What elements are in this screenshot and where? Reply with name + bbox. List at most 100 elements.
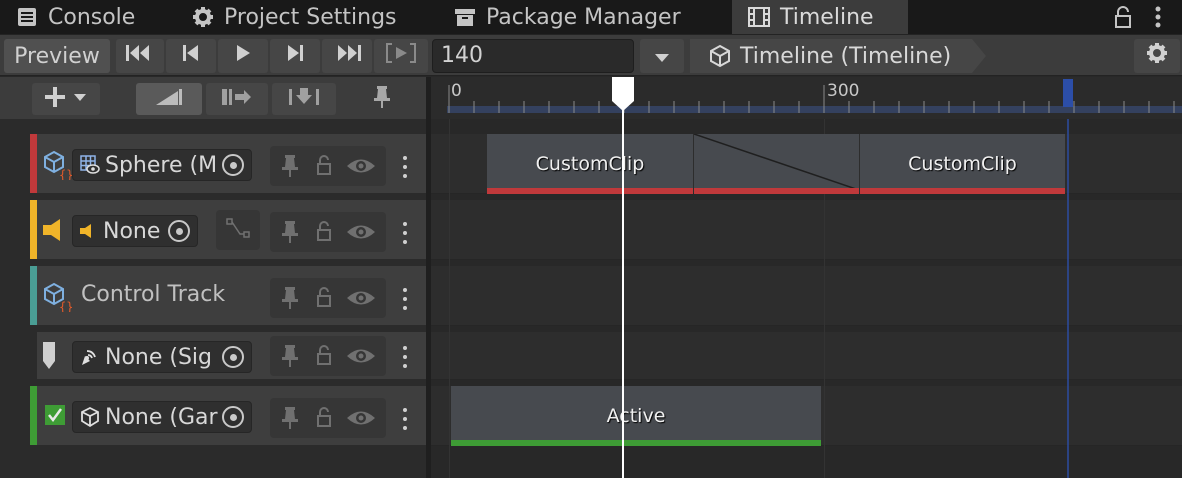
clip-label: Active <box>606 405 666 427</box>
pin-icon[interactable] <box>282 220 298 248</box>
binding-label: None (Gar <box>105 404 218 430</box>
tab-label: Package Manager <box>486 4 681 30</box>
track-menu-icon[interactable] <box>403 222 407 244</box>
track-header-activation[interactable]: None (Gar <box>30 386 426 446</box>
track-color-stripe <box>30 332 37 379</box>
object-picker-icon[interactable] <box>222 406 244 428</box>
clip-color-bar <box>451 440 821 446</box>
play-range-button[interactable] <box>374 39 428 73</box>
blend-region[interactable] <box>694 134 859 194</box>
track-color-stripe <box>30 266 37 325</box>
chevron-down-icon <box>654 44 670 69</box>
previous-frame-button[interactable] <box>166 39 216 73</box>
timeline-toolbar: Preview 140 Timeline (Timeline) <box>0 34 1182 76</box>
clip-area[interactable]: CustomClip CustomClip Active <box>431 119 1182 478</box>
tab-timeline[interactable]: Timeline <box>732 0 908 34</box>
track-lane-control[interactable] <box>431 266 1182 326</box>
lock-icon[interactable] <box>316 154 332 180</box>
editor-tab-bar: Console Project Settings Package Manager… <box>0 0 1182 34</box>
pin-icon[interactable] <box>282 286 298 314</box>
blend-curve <box>694 134 859 191</box>
tab-project-settings[interactable]: Project Settings <box>176 0 438 34</box>
eye-icon[interactable] <box>346 156 376 180</box>
gear-icon <box>1146 42 1168 70</box>
track-menu-icon[interactable] <box>403 288 407 310</box>
current-frame-field[interactable]: 140 <box>432 39 634 73</box>
tab-console[interactable]: Console <box>0 0 176 34</box>
preview-label: Preview <box>14 43 100 69</box>
pin-icon[interactable] <box>282 344 298 372</box>
tab-package-manager[interactable]: Package Manager <box>438 0 730 34</box>
curves-toggle-button[interactable] <box>216 210 260 250</box>
time-ruler[interactable]: 0 300 <box>431 77 1182 119</box>
track-menu-icon[interactable] <box>403 408 407 430</box>
preview-button[interactable]: Preview <box>4 39 110 73</box>
replace-icon <box>287 86 321 112</box>
track-name: Control Track <box>81 282 226 307</box>
play-icon <box>233 43 253 69</box>
ease-mode-button[interactable] <box>136 83 202 115</box>
eye-icon[interactable] <box>346 288 376 312</box>
custom-clip[interactable]: CustomClip <box>860 134 1065 194</box>
replace-mode-button[interactable] <box>272 83 336 115</box>
film-icon <box>748 6 770 28</box>
track-header-custom[interactable]: {} Sphere (M <box>30 134 426 194</box>
lock-icon[interactable] <box>1113 5 1133 33</box>
track-lane-audio[interactable] <box>431 200 1182 260</box>
breadcrumb-label: Timeline (Timeline) <box>740 43 952 69</box>
marker-track-icon <box>41 341 57 375</box>
track-header-control[interactable]: {} Control Track <box>30 266 426 326</box>
pin-icon[interactable] <box>282 154 298 182</box>
curve-icon <box>226 218 250 246</box>
lock-icon[interactable] <box>316 220 332 246</box>
tab-menu-icon[interactable] <box>1155 6 1161 32</box>
playhead-handle[interactable] <box>612 77 634 111</box>
track-state-buttons <box>270 278 386 318</box>
play-range-icon <box>384 42 418 70</box>
play-button[interactable] <box>218 39 268 73</box>
track-header-signal[interactable]: None (Sig <box>30 332 426 380</box>
track-color-stripe <box>30 386 37 445</box>
object-picker-icon[interactable] <box>168 220 190 242</box>
track-header-audio[interactable]: None <box>30 200 426 260</box>
eye-icon[interactable] <box>346 346 376 370</box>
tab-label: Console <box>48 4 136 30</box>
binding-label: None <box>103 218 161 244</box>
lock-icon[interactable] <box>316 286 332 312</box>
next-frame-button[interactable] <box>270 39 320 73</box>
step-forward-icon <box>285 43 305 69</box>
track-state-buttons <box>270 336 386 376</box>
binding-label: Sphere (M <box>105 152 218 178</box>
gameobject-icon <box>79 406 101 428</box>
end-marker[interactable] <box>1063 79 1073 107</box>
step-back-icon <box>181 43 201 69</box>
breadcrumb[interactable]: Timeline (Timeline) <box>690 39 986 73</box>
custom-track-icon: {} <box>42 150 73 184</box>
object-picker-icon[interactable] <box>222 346 244 368</box>
go-to-end-button[interactable] <box>322 39 372 73</box>
pin-toggle-button[interactable] <box>354 83 410 115</box>
console-icon <box>16 6 38 28</box>
timeline-selector-dropdown[interactable] <box>640 39 684 73</box>
pin-icon[interactable] <box>282 406 298 434</box>
track-menu-icon[interactable] <box>403 346 407 368</box>
lock-icon[interactable] <box>316 344 332 370</box>
settings-button[interactable] <box>1134 39 1180 73</box>
track-lane-signal[interactable] <box>431 332 1182 380</box>
track-menu-icon[interactable] <box>403 156 407 178</box>
track-state-buttons <box>270 212 386 252</box>
ripple-mode-button[interactable] <box>206 83 268 115</box>
object-picker-icon[interactable] <box>222 154 244 176</box>
skip-end-icon <box>332 43 362 69</box>
gear-icon <box>192 6 214 28</box>
activation-clip[interactable]: Active <box>451 386 821 446</box>
add-track-button[interactable] <box>32 83 100 115</box>
eye-icon[interactable] <box>346 222 376 246</box>
lock-icon[interactable] <box>316 406 332 432</box>
custom-clip[interactable]: CustomClip <box>487 134 693 194</box>
current-frame-value: 140 <box>441 43 483 68</box>
eye-icon[interactable] <box>346 408 376 432</box>
skip-start-icon <box>125 43 155 69</box>
track-color-stripe <box>30 200 37 259</box>
go-to-start-button[interactable] <box>116 39 164 73</box>
